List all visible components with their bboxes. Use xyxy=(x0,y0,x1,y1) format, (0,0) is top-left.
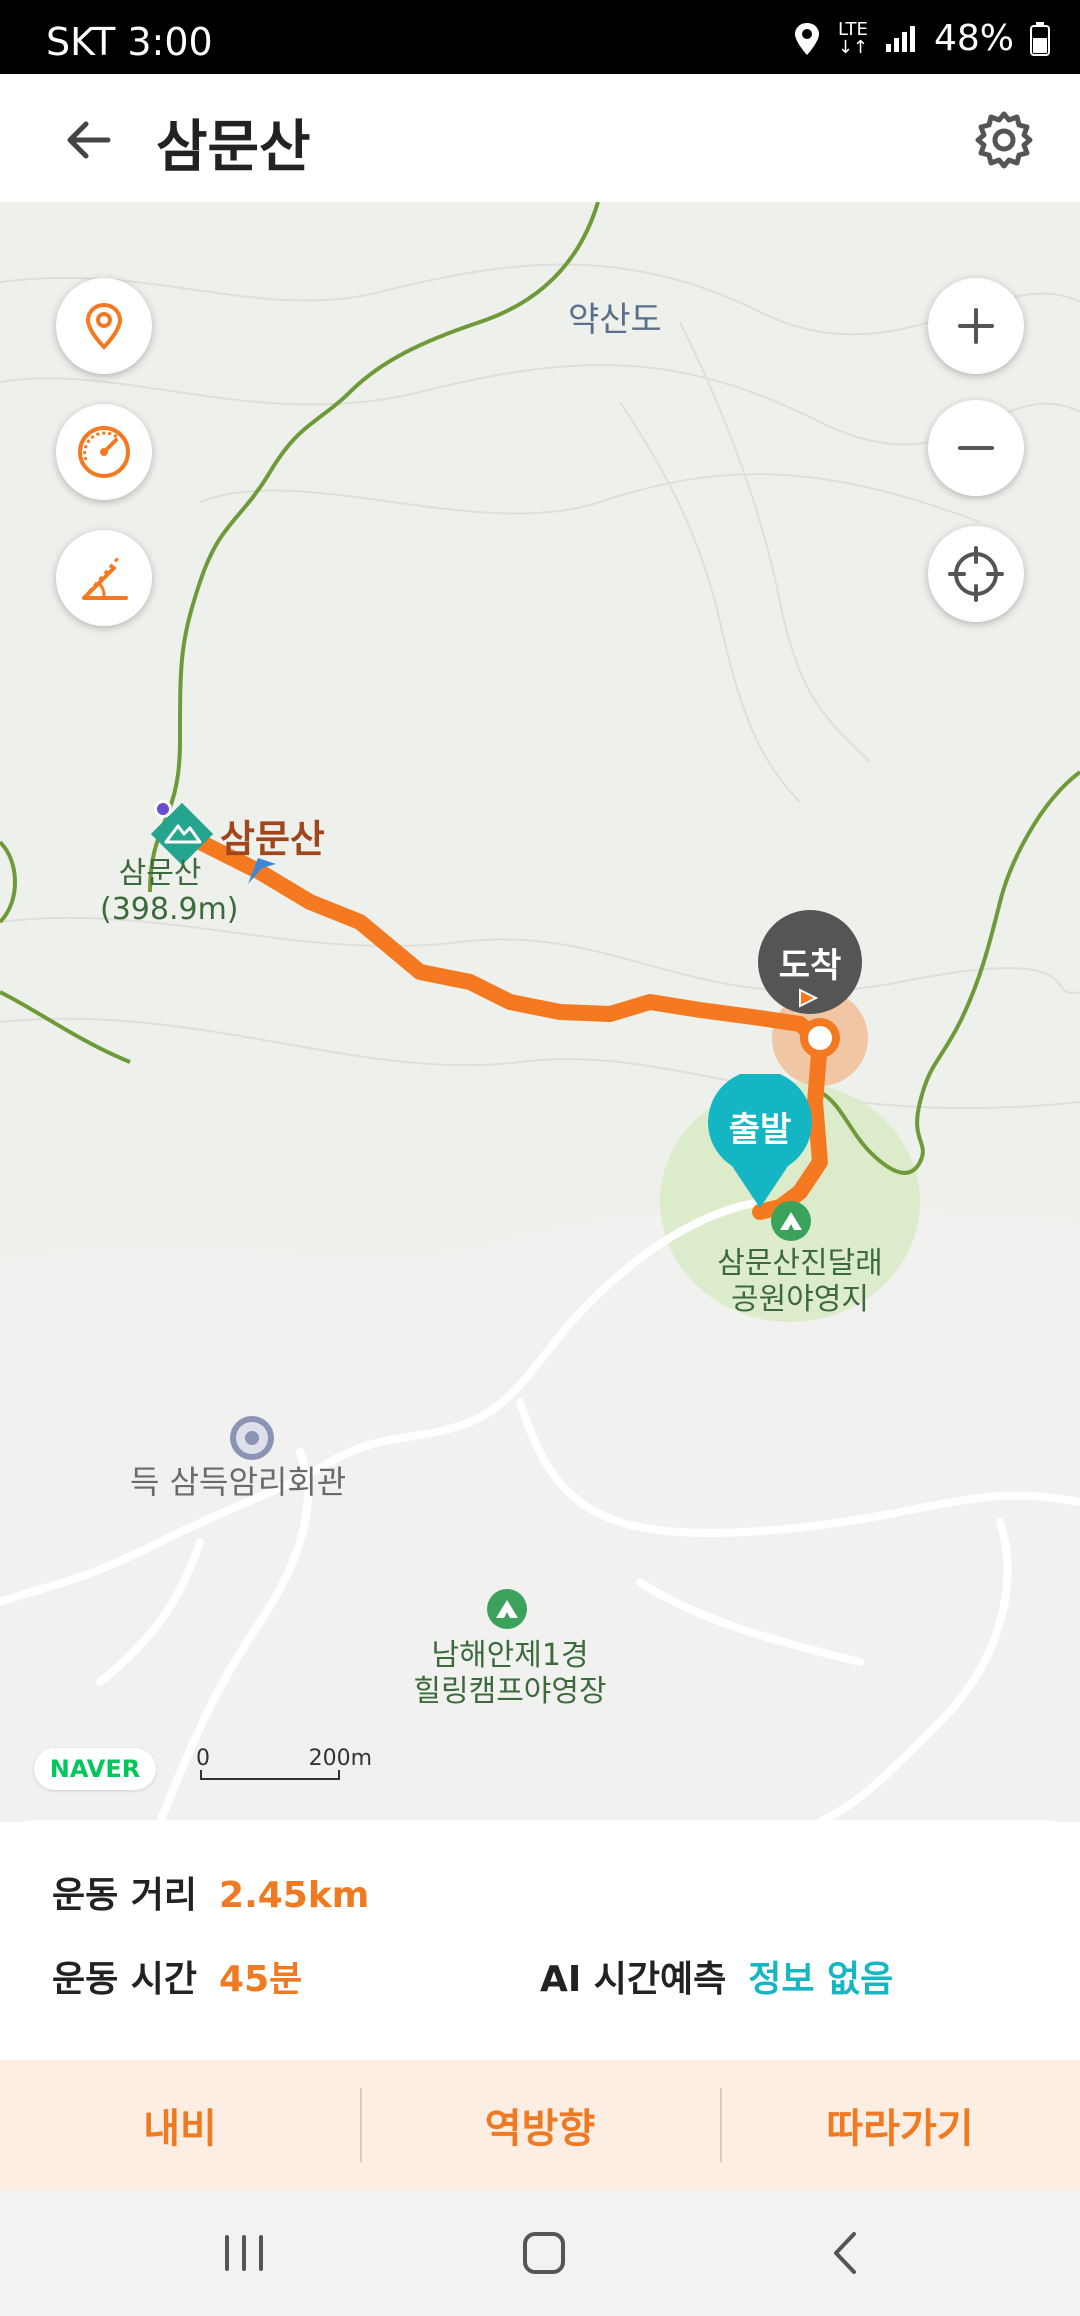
network-type: LTE xyxy=(837,18,868,40)
campsite-2-line1: 남해안제1경 xyxy=(431,1638,589,1673)
location-icon xyxy=(792,21,822,57)
ai-estimate-value: 정보 없음 xyxy=(748,1959,894,2000)
back-button[interactable] xyxy=(52,104,124,176)
top-bar: 삼문산 xyxy=(0,74,1080,202)
campsite-2-line2: 힐링캠프야영장 xyxy=(413,1674,607,1709)
arrival-point xyxy=(800,1018,840,1058)
back-icon xyxy=(834,2232,856,2274)
arrow-left-icon xyxy=(67,121,111,159)
time-value: 45분 xyxy=(219,1959,303,2000)
scale-end: 200m xyxy=(308,1746,372,1771)
carrier-time: SKT 3:00 xyxy=(46,20,213,64)
ai-estimate-label: AI 시간예측 xyxy=(540,1959,727,2000)
zoom-out-button[interactable] xyxy=(928,400,1024,496)
map-scale: 0 200m xyxy=(196,1746,372,1786)
nav-back-button[interactable] xyxy=(806,2218,886,2288)
action-bar: 내비 역방향 따라가기 xyxy=(0,2060,1080,2190)
map-view[interactable]: 약산도 삼문산 삼문산 (398.9m) 도착 출발 삼문산진달래 공원야영지 … xyxy=(0,202,1080,1822)
status-icons: LTE ↓↑ 48% xyxy=(792,18,1050,59)
speed-button[interactable] xyxy=(56,404,152,500)
distance-value: 2.45km xyxy=(219,1875,370,1916)
stats-panel: 운동 거리 2.45km 운동 시간 45분 AI 시간예측 정보 없음 xyxy=(0,1820,1080,2060)
crosshair-icon xyxy=(948,546,1004,602)
campsite-line1: 삼문산진달래 xyxy=(717,1246,883,1281)
campsite-icon xyxy=(771,1201,811,1241)
ai-estimate-stat: AI 시간예측 정보 없음 xyxy=(540,1950,893,2002)
zoom-out-icon xyxy=(958,446,994,450)
zoom-in-icon xyxy=(958,308,994,344)
slope-button[interactable] xyxy=(56,530,152,626)
distance-label: 운동 거리 xyxy=(52,1875,198,1916)
scale-start: 0 xyxy=(196,1746,210,1771)
recent-apps-button[interactable] xyxy=(204,2218,284,2288)
battery-icon xyxy=(1030,21,1050,56)
campsite-line2: 공원야영지 xyxy=(731,1282,869,1317)
arrival-arrow-icon xyxy=(799,988,819,1008)
departure-pin[interactable]: 출발 xyxy=(706,1074,814,1178)
distance-stat: 운동 거리 2.45km xyxy=(52,1866,369,1918)
hall-label: 득 삼득암리회관 xyxy=(130,1463,347,1501)
home-button[interactable] xyxy=(504,2218,584,2288)
battery-level: 48% xyxy=(933,18,1014,59)
zoom-in-button[interactable] xyxy=(928,278,1024,374)
time-stat: 운동 시간 45분 xyxy=(52,1950,302,2002)
peak-name-label: 삼문산 xyxy=(220,817,325,861)
peak-badge xyxy=(154,800,172,818)
campsite-2-icon xyxy=(487,1589,527,1629)
gear-icon xyxy=(975,111,1033,169)
map-terrain xyxy=(0,202,1080,1822)
navigate-button[interactable]: 내비 xyxy=(0,2060,360,2190)
system-nav-bar xyxy=(0,2190,1080,2316)
location-pin-icon xyxy=(85,302,123,350)
building-icon xyxy=(230,1416,274,1460)
page-title: 삼문산 xyxy=(156,115,311,180)
current-position-button[interactable] xyxy=(928,526,1024,622)
peak-height: (398.9m) xyxy=(100,892,239,927)
peak-small-name: 삼문산 xyxy=(118,856,202,891)
slope-icon xyxy=(82,557,128,600)
scale-bar xyxy=(200,1770,340,1780)
my-location-button[interactable] xyxy=(56,278,152,374)
reverse-button[interactable]: 역방향 xyxy=(360,2060,720,2190)
home-icon xyxy=(523,2232,565,2274)
campsite-2-label: 남해안제1경 힐링캠프야영장 xyxy=(400,1638,620,1710)
follow-button[interactable]: 따라가기 xyxy=(720,2060,1080,2190)
lte-icon: LTE ↓↑ xyxy=(837,18,868,58)
naver-logo[interactable]: NAVER xyxy=(34,1748,156,1790)
status-bar: SKT 3:00 LTE ↓↑ 48% xyxy=(0,0,1080,74)
settings-button[interactable] xyxy=(968,104,1040,176)
recent-apps-icon xyxy=(225,2235,263,2271)
time-label: 운동 시간 xyxy=(52,1959,198,2000)
signal-icon xyxy=(884,24,918,54)
label-yaksando: 약산도 xyxy=(568,300,662,340)
speedometer-icon xyxy=(78,426,130,478)
campsite-label: 삼문산진달래 공원야영지 xyxy=(700,1246,900,1318)
peak-label: 삼문산 (398.9m) xyxy=(100,856,239,928)
